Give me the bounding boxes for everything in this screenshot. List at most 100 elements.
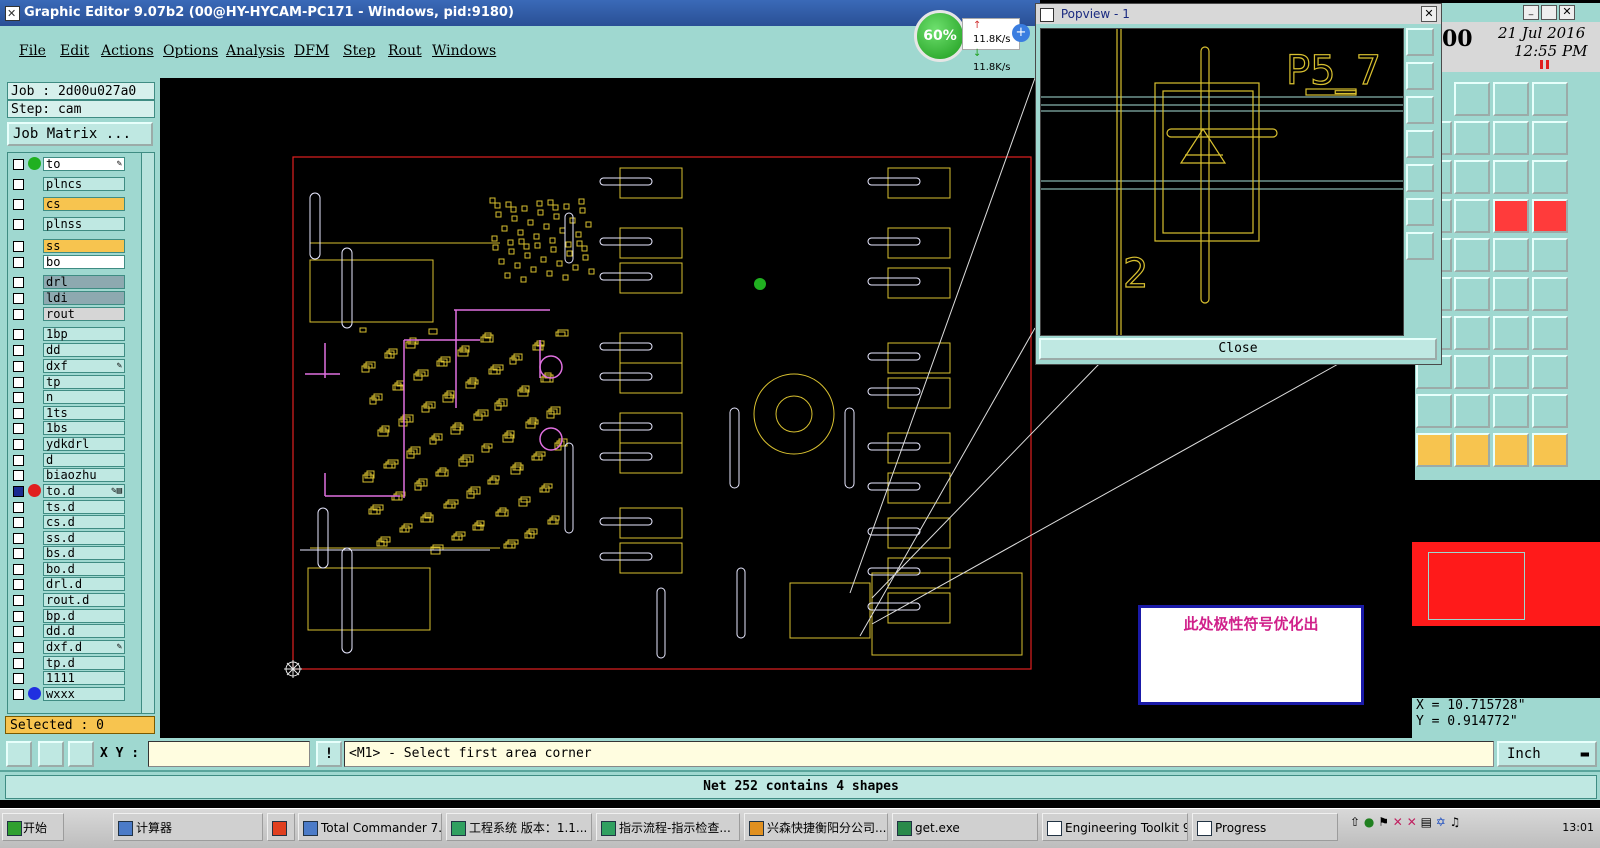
- popview-zoom-out-button[interactable]: [1406, 96, 1434, 124]
- layer-checkbox[interactable]: [13, 219, 24, 230]
- tool-button[interactable]: [1493, 316, 1529, 350]
- task-process-check[interactable]: 指示流程-指示检查...: [596, 813, 740, 841]
- layer-row-cs[interactable]: cs: [11, 197, 126, 211]
- task-get-exe[interactable]: get.exe: [892, 813, 1038, 841]
- layer-row-rout-d[interactable]: rout.d: [11, 593, 126, 607]
- tool-button[interactable]: [1532, 160, 1568, 194]
- tray-arrow-icon[interactable]: ⇧: [1350, 815, 1360, 829]
- layer-row-cs-d[interactable]: cs.d: [11, 515, 126, 529]
- menu-options[interactable]: Options: [163, 43, 218, 59]
- layer-color-dot[interactable]: [28, 484, 41, 497]
- layer-checkbox[interactable]: [13, 439, 24, 450]
- close-window-button[interactable]: ✕: [1559, 5, 1575, 20]
- tray-network-icon[interactable]: ▤: [1421, 815, 1432, 829]
- layer-row-1ts[interactable]: 1ts: [11, 406, 126, 420]
- layer-row-bo[interactable]: bo: [11, 255, 126, 269]
- layer-checkbox[interactable]: [13, 455, 24, 466]
- popview-title-bar[interactable]: Popview - 1 ✕: [1036, 4, 1441, 24]
- tool-button[interactable]: [1493, 82, 1529, 116]
- tool-button[interactable]: [1532, 238, 1568, 272]
- layer-color-dot[interactable]: [28, 687, 41, 700]
- tool-button[interactable]: [1493, 121, 1529, 155]
- layer-checkbox[interactable]: [13, 423, 24, 434]
- tool-button[interactable]: [1416, 394, 1452, 428]
- tool-button[interactable]: [1454, 277, 1490, 311]
- layer-checkbox[interactable]: [13, 626, 24, 637]
- menu-edit[interactable]: Edit: [60, 43, 89, 59]
- layer-row-wxxx[interactable]: wxxx: [11, 687, 126, 701]
- task-total-commander[interactable]: Total Commander 7.0 ...: [298, 813, 442, 841]
- layer-row-dxf[interactable]: dxf ✎: [11, 359, 126, 373]
- layer-row-tp-d[interactable]: tp.d: [11, 656, 126, 670]
- layer-checkbox[interactable]: [13, 309, 24, 320]
- tray-shield-icon[interactable]: ●: [1364, 815, 1374, 829]
- layer-checkbox[interactable]: [13, 486, 24, 497]
- layer-checkbox[interactable]: [13, 179, 24, 190]
- maximize-button[interactable]: [1541, 5, 1557, 20]
- layer-checkbox[interactable]: [13, 548, 24, 559]
- tool-button[interactable]: [1493, 394, 1529, 428]
- tray-flag-icon[interactable]: ⚑: [1378, 815, 1389, 829]
- tray-close-icon[interactable]: ✕: [1407, 815, 1417, 829]
- menu-actions[interactable]: Actions: [101, 43, 154, 59]
- menu-dfm[interactable]: DFM: [294, 43, 329, 59]
- layer-row-drl[interactable]: drl: [11, 275, 126, 289]
- popview-zoom-in-button[interactable]: [1406, 62, 1434, 90]
- layer-row-drl-d[interactable]: drl.d: [11, 577, 126, 591]
- layer-checkbox[interactable]: [13, 611, 24, 622]
- tool-button[interactable]: [1454, 433, 1490, 467]
- layer-color-dot[interactable]: [28, 157, 41, 170]
- layer-checkbox[interactable]: [13, 658, 24, 669]
- layer-checkbox[interactable]: [13, 533, 24, 544]
- tool-button[interactable]: [1493, 277, 1529, 311]
- layer-row-ss[interactable]: ss: [11, 239, 126, 253]
- layer-row-plncs[interactable]: plncs: [11, 177, 126, 191]
- start-button[interactable]: 开始: [2, 813, 64, 841]
- layer-checkbox[interactable]: [13, 199, 24, 210]
- task-chrome[interactable]: [267, 813, 295, 841]
- menu-step[interactable]: Step: [343, 43, 375, 59]
- layer-row-dd[interactable]: dd: [11, 343, 126, 357]
- tool-button[interactable]: [1493, 433, 1529, 467]
- tool-button[interactable]: [1454, 394, 1490, 428]
- job-matrix-button[interactable]: Job Matrix ...: [7, 122, 153, 146]
- layer-row-dd-d[interactable]: dd.d: [11, 624, 126, 638]
- layer-checkbox[interactable]: [13, 689, 24, 700]
- task-engineering-toolkit[interactable]: Engineering Toolkit 9.0...: [1042, 813, 1188, 841]
- tool-button[interactable]: [1532, 277, 1568, 311]
- layer-checkbox[interactable]: [13, 293, 24, 304]
- popview-close-button[interactable]: Close: [1039, 338, 1437, 360]
- layer-checkbox[interactable]: [13, 345, 24, 356]
- layer-row-n[interactable]: n: [11, 390, 126, 404]
- layer-row-plnss[interactable]: plnss: [11, 217, 126, 231]
- tool-button[interactable]: [1454, 121, 1490, 155]
- popview-pan-button[interactable]: [1406, 232, 1434, 260]
- tool-button[interactable]: [1454, 316, 1490, 350]
- popview-zoom-home-button[interactable]: [1406, 28, 1434, 56]
- layer-checkbox[interactable]: [13, 673, 24, 684]
- xy-input[interactable]: [148, 741, 310, 767]
- layer-checkbox[interactable]: [13, 159, 24, 170]
- layer-checkbox[interactable]: [13, 470, 24, 481]
- layer-row-dxf-d[interactable]: dxf.d ✎: [11, 640, 126, 654]
- layer-row-to[interactable]: to ✎: [11, 157, 126, 171]
- alert-icon[interactable]: !: [316, 741, 342, 767]
- tray-bluetooth-icon[interactable]: ✡: [1436, 815, 1446, 829]
- layer-checkbox[interactable]: [13, 517, 24, 528]
- layer-row-ldi[interactable]: ldi: [11, 291, 126, 305]
- layer-row-d[interactable]: d: [11, 453, 126, 467]
- layer-row-to-d[interactable]: to.d ✎▤: [11, 484, 126, 498]
- layer-row-1bs[interactable]: 1bs: [11, 421, 126, 435]
- menu-rout[interactable]: Rout: [388, 43, 422, 59]
- layer-checkbox[interactable]: [13, 377, 24, 388]
- tray-close-icon[interactable]: ✕: [1393, 815, 1403, 829]
- layer-checkbox[interactable]: [13, 329, 24, 340]
- layer-checkbox[interactable]: [13, 502, 24, 513]
- window-title-bar[interactable]: Graphic Editor 9.07b2 (00@HY-HYCAM-PC171…: [0, 0, 1040, 27]
- layer-row-1111[interactable]: 1111: [11, 671, 126, 685]
- layer-checkbox[interactable]: [13, 642, 24, 653]
- tool-button[interactable]: [1454, 238, 1490, 272]
- tool-button[interactable]: [1493, 160, 1529, 194]
- layer-row-biaozhu[interactable]: biaozhu: [11, 468, 126, 482]
- menu-analysis[interactable]: Analysis: [226, 43, 285, 59]
